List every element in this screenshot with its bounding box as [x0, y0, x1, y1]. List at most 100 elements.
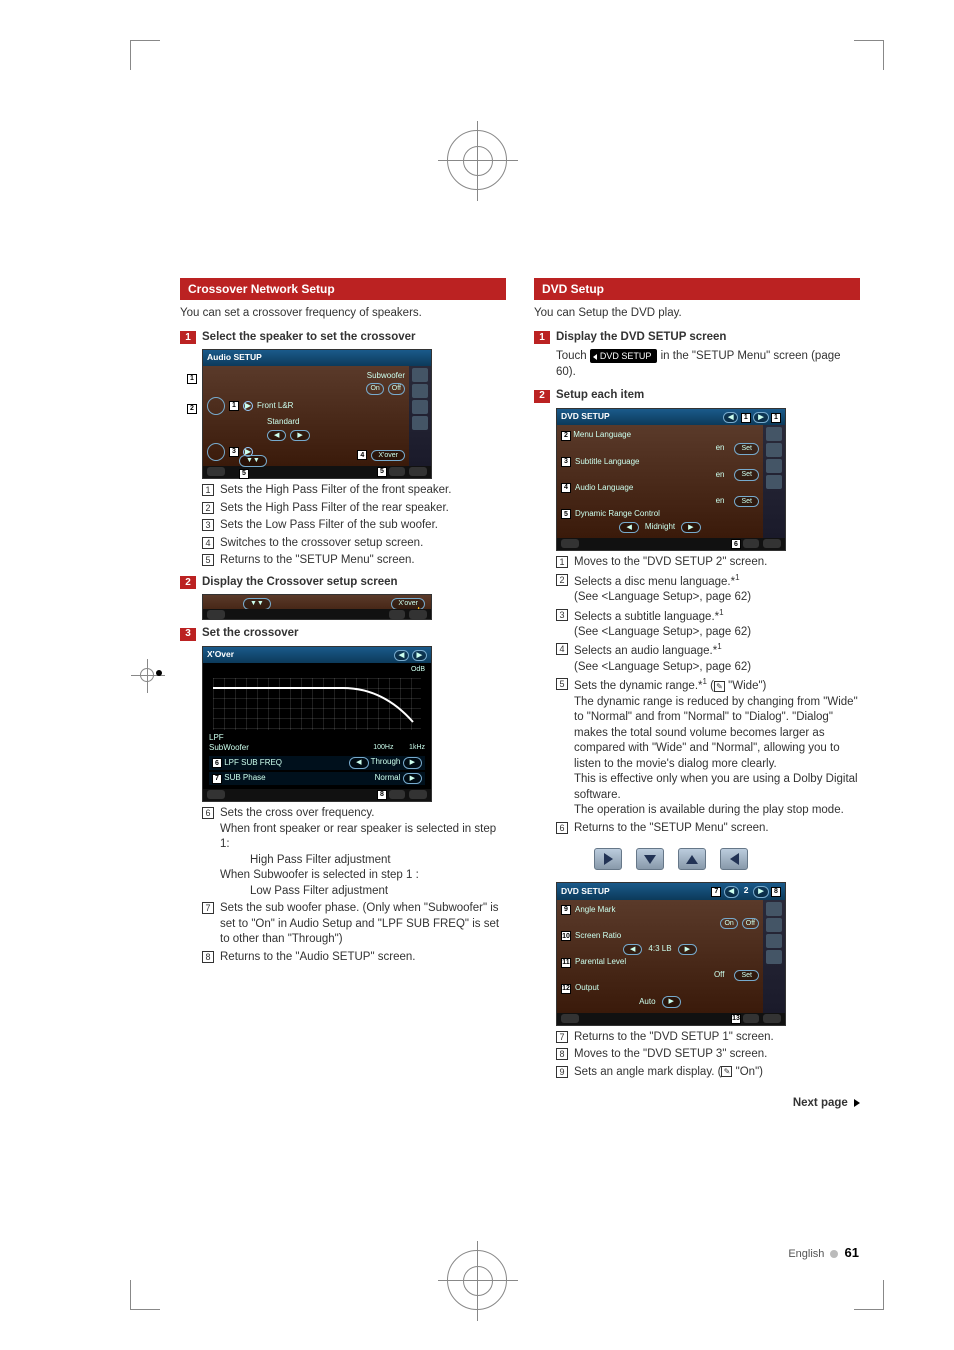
decrease-button[interactable]: ◀	[349, 757, 368, 768]
step-heading: 3 Set the crossover	[180, 626, 506, 642]
callout-inside-3: 3	[229, 447, 239, 457]
nav-right-button[interactable]: ▶	[753, 412, 768, 423]
nav-right-button[interactable]: ▶	[412, 650, 427, 661]
callout-box: 8	[202, 951, 214, 963]
dvd-setup-touch-button[interactable]: DVD SETUP	[590, 349, 658, 363]
section-title: DVD Setup	[534, 278, 860, 300]
nav-up-button[interactable]	[678, 848, 706, 870]
sidebar-icon[interactable]	[766, 950, 782, 964]
sidebar-icon[interactable]	[412, 416, 428, 430]
list-item: 5Sets the dynamic range.*1 (✎ "Wide")The…	[556, 677, 860, 818]
footer-nav-button[interactable]	[207, 790, 225, 799]
output-right-button[interactable]: ▶	[662, 996, 681, 1007]
step-heading: 1 Select the speaker to set the crossove…	[180, 330, 506, 346]
speaker-rear-icon[interactable]	[207, 443, 225, 461]
callout-box: 2	[202, 502, 214, 514]
callout-1: 1	[187, 374, 197, 384]
callout-9: 9	[561, 905, 571, 915]
toggle-button[interactable]: ▶	[403, 773, 422, 784]
callout-list: 1Moves to the "DVD SETUP 2" screen. 2Sel…	[556, 555, 860, 836]
sidebar-icon[interactable]	[766, 459, 782, 473]
crop-mark	[854, 40, 884, 70]
list-item: 4Selects an audio language.*1(See <Langu…	[556, 642, 860, 675]
sidebar-icon[interactable]	[766, 427, 782, 441]
step-title: Select the speaker to set the crossover	[202, 330, 416, 346]
footer-return-button[interactable]	[389, 790, 405, 799]
page-footer: English 61	[788, 1245, 859, 1260]
step-title: Display the Crossover setup screen	[202, 575, 398, 591]
callout-5: 5	[377, 467, 387, 477]
list-item: 2Sets the High Pass Filter of the rear s…	[202, 501, 506, 517]
sidebar-icon[interactable]	[766, 934, 782, 948]
callout-10: 10	[561, 931, 571, 941]
angle-off[interactable]: Off	[742, 918, 759, 929]
footer-nav-button[interactable]	[409, 610, 427, 619]
footer-return-button[interactable]	[743, 1014, 759, 1023]
subwoofer-on[interactable]: On	[366, 383, 383, 394]
arrow-left-button[interactable]: ◀	[267, 430, 286, 441]
footer-nav-button[interactable]	[561, 539, 579, 548]
arrow-right-button[interactable]: ▶	[290, 430, 309, 441]
set-button[interactable]: Set	[734, 970, 759, 981]
page-down-button[interactable]: ▼▼	[239, 455, 267, 466]
sidebar-icon[interactable]	[766, 475, 782, 489]
sidebar-icon[interactable]	[412, 400, 428, 414]
set-button[interactable]: Set	[734, 443, 759, 454]
footer-nav-button[interactable]	[409, 467, 427, 476]
dvd-setup-screenshot-2: DVD SETUP 7 ◀ 2 ▶ 8 9 Angle Mark OnOff 1…	[556, 882, 786, 1025]
footer-dot-icon	[830, 1250, 838, 1258]
angle-on[interactable]: On	[720, 918, 737, 929]
callout-5: 5	[561, 509, 571, 519]
screenshot-sidebar	[409, 366, 431, 466]
footer-return-button[interactable]	[389, 467, 405, 476]
footer-nav-button[interactable]	[561, 1014, 579, 1023]
sidebar-icon[interactable]	[766, 918, 782, 932]
page: Crossover Network Setup You can set a cr…	[0, 0, 954, 1350]
drc-left-button[interactable]: ◀	[619, 522, 638, 533]
nav-left-button[interactable]: ◀	[394, 650, 409, 661]
xover-graph	[213, 678, 421, 730]
footer-return-button[interactable]	[743, 539, 759, 548]
subwoofer-off[interactable]: Off	[388, 383, 405, 394]
callout-12: 12	[561, 984, 571, 994]
increase-button[interactable]: ▶	[403, 757, 422, 768]
drc-right-button[interactable]: ▶	[681, 522, 700, 533]
sidebar-icon[interactable]	[766, 443, 782, 457]
sidebar-icon[interactable]	[412, 384, 428, 398]
page-down-button[interactable]: ▼▼	[243, 598, 271, 609]
footer-nav-button[interactable]	[763, 539, 781, 548]
nav-down-button[interactable]	[636, 848, 664, 870]
ratio-left-button[interactable]: ◀	[623, 944, 642, 955]
nav-right-button[interactable]: ▶	[753, 886, 768, 897]
footer-nav-button[interactable]	[207, 610, 225, 619]
sidebar-icon[interactable]	[766, 902, 782, 916]
footer-nav-button[interactable]	[207, 467, 225, 476]
list-item: 1Sets the High Pass Filter of the front …	[202, 483, 506, 499]
next-page-link[interactable]: Next page	[534, 1096, 860, 1112]
footer-nav-button[interactable]	[763, 1014, 781, 1023]
nav-left-button[interactable]: ◀	[724, 886, 739, 897]
callout-2: 2	[187, 404, 197, 414]
speaker-front-icon[interactable]	[207, 397, 225, 415]
list-item: 1Moves to the "DVD SETUP 2" screen.	[556, 555, 860, 571]
set-button[interactable]: Set	[734, 496, 759, 507]
play-icon[interactable]: ▶	[243, 401, 253, 411]
nav-right-button[interactable]	[594, 848, 622, 870]
list-item: 9Sets an angle mark display. (✎ "On")	[556, 1065, 860, 1081]
dvd-setup-screenshot-1: DVD SETUP ◀ 1 ▶ 1 2 Menu Language enSet …	[556, 408, 786, 551]
odb-label: OdB	[209, 665, 425, 674]
xover-screenshot: X'Over ◀ ▶ OdB LPF SubWoofer 100Hz 1kHz	[202, 646, 432, 802]
screenshot-sidebar	[763, 425, 785, 538]
sidebar-icon[interactable]	[412, 368, 428, 382]
nav-left-button[interactable]	[720, 848, 748, 870]
footer-return-button[interactable]	[389, 610, 405, 619]
callout-5-foot: 5	[239, 469, 249, 479]
footer-nav-button[interactable]	[409, 790, 427, 799]
list-item: 6Returns to the "SETUP Menu" screen.	[556, 821, 860, 837]
xover-button[interactable]: X'over	[371, 450, 405, 461]
set-button[interactable]: Set	[734, 469, 759, 480]
nav-left-button[interactable]: ◀	[723, 412, 738, 423]
content-columns: Crossover Network Setup You can set a cr…	[180, 278, 860, 1112]
callout-4: 4	[357, 450, 367, 460]
ratio-right-button[interactable]: ▶	[678, 944, 697, 955]
